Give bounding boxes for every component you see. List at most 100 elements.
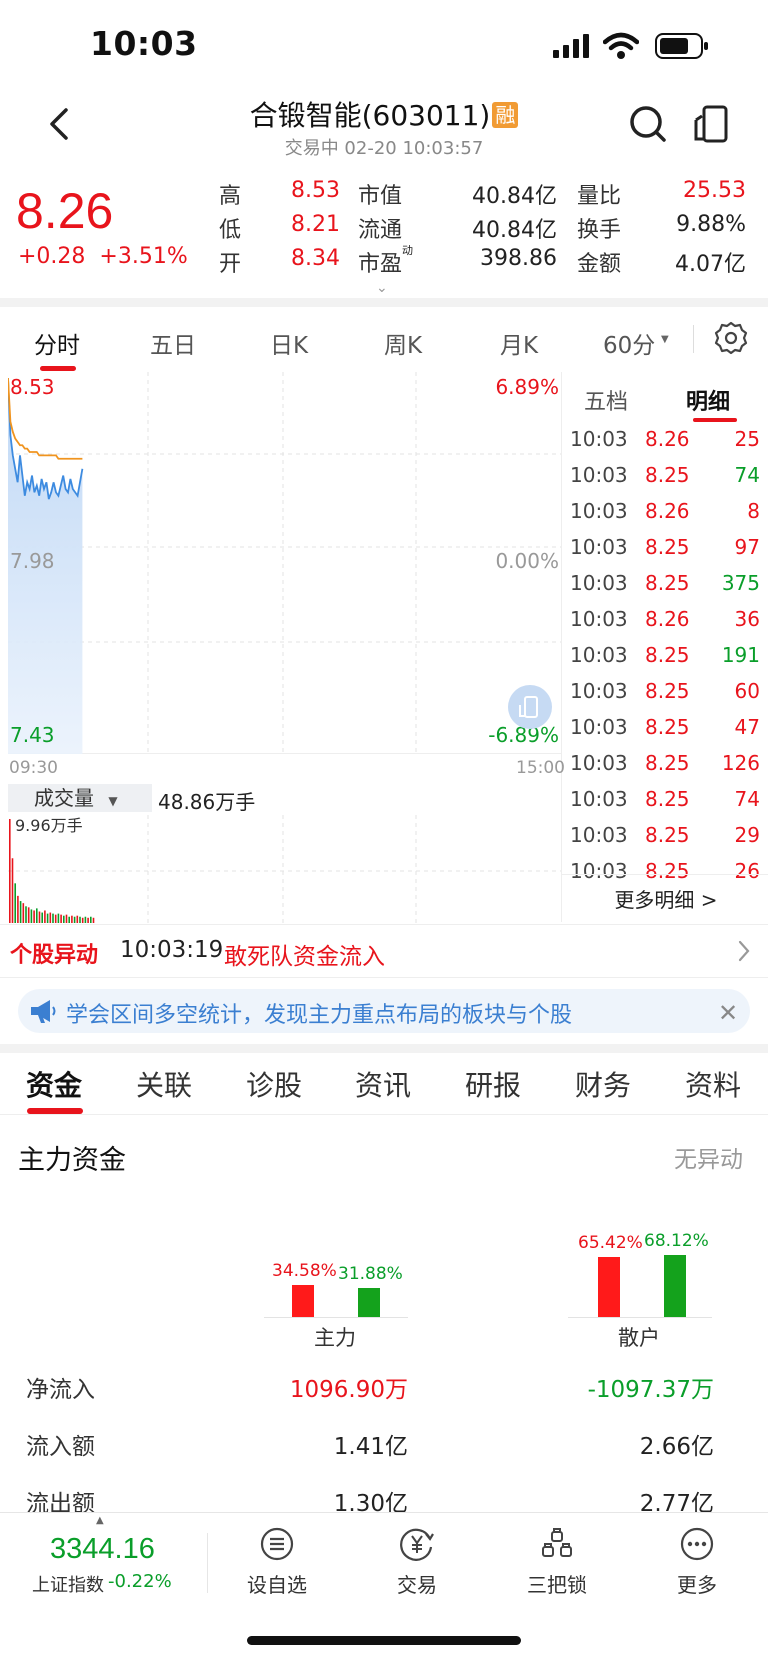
chart-tab[interactable]: 60分 bbox=[603, 326, 655, 360]
trade-time: 10:03 bbox=[570, 427, 628, 451]
trade-volume: 29 bbox=[734, 823, 760, 847]
trade-time: 10:03 bbox=[570, 823, 628, 847]
expand-chevron-icon[interactable]: ⌄ bbox=[376, 280, 388, 296]
volume-bar bbox=[73, 916, 76, 923]
quote-value: 8.21 bbox=[291, 212, 340, 237]
quote-key: 量比 bbox=[577, 184, 622, 209]
quote-key: 市值 bbox=[358, 184, 403, 209]
quote-key: 开 bbox=[219, 252, 242, 277]
nav-label: 设自选 bbox=[247, 1573, 307, 1597]
caret-up-icon[interactable]: ▲ bbox=[96, 1515, 104, 1526]
info-tab[interactable]: 财务 bbox=[575, 1064, 631, 1104]
quote-value: 25.53 bbox=[683, 178, 746, 203]
index-value[interactable]: 3344.16 bbox=[50, 1533, 155, 1566]
trade-detail-row: 10:03 8.26 25 bbox=[564, 427, 760, 463]
trade-price: 8.25 bbox=[645, 859, 690, 883]
volume-bar bbox=[84, 916, 87, 923]
trade-volume: 8 bbox=[747, 499, 760, 523]
nav-more[interactable]: 更多 bbox=[642, 1527, 752, 1598]
x-tick: 15:00 bbox=[516, 758, 565, 778]
volume-bar bbox=[60, 914, 62, 923]
trade-time: 10:03 bbox=[570, 679, 628, 703]
main-fund-title: 主力资金 bbox=[18, 1145, 126, 1176]
volume-bar bbox=[30, 909, 33, 923]
info-tab[interactable]: 资料 bbox=[685, 1064, 741, 1104]
volume-bar bbox=[46, 913, 49, 923]
quote-key: 流通 bbox=[358, 218, 403, 243]
volume-bar bbox=[81, 917, 84, 923]
trade-detail-row: 10:03 8.25 191 bbox=[564, 643, 760, 679]
main-fund-value: 1096.90万 bbox=[289, 1377, 408, 1403]
inflow-bar bbox=[292, 1285, 314, 1317]
volume-chart[interactable]: 9.96万手 bbox=[8, 815, 562, 923]
info-tab[interactable]: 资金 bbox=[26, 1064, 82, 1104]
volume-selector[interactable]: 成交量 ▼ bbox=[8, 784, 152, 812]
info-tab[interactable]: 关联 bbox=[136, 1064, 192, 1104]
chart-tab[interactable]: 日K bbox=[270, 326, 308, 360]
quote-value: 4.07亿 bbox=[675, 252, 746, 277]
quote-key: 市盈 bbox=[358, 252, 403, 277]
volume-bar bbox=[49, 912, 52, 923]
chevron-right-icon bbox=[738, 940, 750, 962]
nav-label: 更多 bbox=[677, 1573, 717, 1597]
chart-tab[interactable]: 五日 bbox=[150, 326, 196, 360]
landscape-switch-icon[interactable] bbox=[692, 104, 730, 144]
volume-bar bbox=[25, 906, 27, 923]
quote-value: 9.88% bbox=[676, 212, 746, 237]
trade-volume: 47 bbox=[734, 715, 760, 739]
volume-bar bbox=[33, 910, 35, 923]
trade-price: 8.25 bbox=[645, 463, 690, 487]
main-fund-value: 1.41亿 bbox=[333, 1434, 408, 1460]
search-icon[interactable] bbox=[628, 104, 668, 144]
volume-bar bbox=[76, 915, 79, 923]
stock-alert-row[interactable]: 个股异动 10:03:19 敢死队资金流入 bbox=[0, 924, 768, 978]
trade-detail-row: 10:03 8.25 126 bbox=[564, 751, 760, 787]
nav-watchlist[interactable]: 设自选 bbox=[222, 1527, 332, 1598]
trade-time: 10:03 bbox=[570, 751, 628, 775]
volume-bar bbox=[65, 914, 68, 923]
trade-price: 8.25 bbox=[645, 751, 690, 775]
chart-tab[interactable]: 分时 bbox=[34, 326, 80, 360]
gear-icon[interactable] bbox=[714, 321, 748, 355]
volume-max-label: 9.96万手 bbox=[15, 816, 83, 835]
tab-detail[interactable]: 明细 bbox=[686, 384, 730, 416]
volume-bar bbox=[90, 916, 92, 923]
trade-volume: 25 bbox=[734, 427, 760, 451]
outflow-bar bbox=[358, 1287, 380, 1317]
info-tab[interactable]: 研报 bbox=[465, 1064, 521, 1104]
active-tab-indicator bbox=[40, 366, 76, 371]
fund-group-label: 主力 bbox=[314, 1326, 356, 1350]
tab-separator bbox=[693, 325, 694, 353]
info-tab[interactable]: 资讯 bbox=[355, 1064, 411, 1104]
chart-tab[interactable]: 月K bbox=[500, 326, 538, 360]
trade-volume: 74 bbox=[734, 787, 760, 811]
lock-group-icon bbox=[542, 1528, 572, 1557]
divider bbox=[562, 874, 768, 875]
more-detail-link[interactable]: 更多明细 > bbox=[564, 884, 768, 913]
battery-icon bbox=[655, 33, 708, 59]
chart-tab[interactable]: 周K bbox=[384, 326, 422, 360]
tab-five-levels[interactable]: 五档 bbox=[584, 384, 628, 416]
quote-key: 金额 bbox=[577, 252, 622, 277]
tip-banner[interactable]: 学会区间多空统计，发现主力重点布局的板块与个股 ✕ bbox=[18, 989, 750, 1033]
change-value: +0.28 bbox=[18, 244, 86, 269]
close-icon[interactable]: ✕ bbox=[718, 999, 738, 1027]
megaphone-icon bbox=[31, 1000, 56, 1023]
active-detail-tab-indicator bbox=[693, 418, 737, 422]
nav-trade[interactable]: 交易 bbox=[362, 1527, 472, 1598]
nav-three-locks[interactable]: 三把锁 bbox=[502, 1527, 612, 1598]
intraday-chart[interactable]: 8.537.987.436.89%0.00%-6.89% bbox=[8, 372, 562, 754]
quote-key-sup: 动 bbox=[402, 244, 413, 257]
info-tab[interactable]: 诊股 bbox=[246, 1064, 302, 1104]
trade-detail-row: 10:03 8.25 47 bbox=[564, 715, 760, 751]
trade-price: 8.25 bbox=[645, 715, 690, 739]
volume-bar bbox=[63, 915, 65, 923]
change-pct: +3.51% bbox=[99, 244, 188, 269]
retail-fund-value: -1097.37万 bbox=[587, 1377, 714, 1403]
trade-time: 10:03 bbox=[570, 571, 628, 595]
trade-volume: 74 bbox=[734, 463, 760, 487]
trade-volume: 97 bbox=[734, 535, 760, 559]
trade-volume: 375 bbox=[721, 571, 760, 595]
outflow-pct: 31.88% bbox=[338, 1263, 403, 1284]
volume-bar bbox=[68, 916, 70, 923]
